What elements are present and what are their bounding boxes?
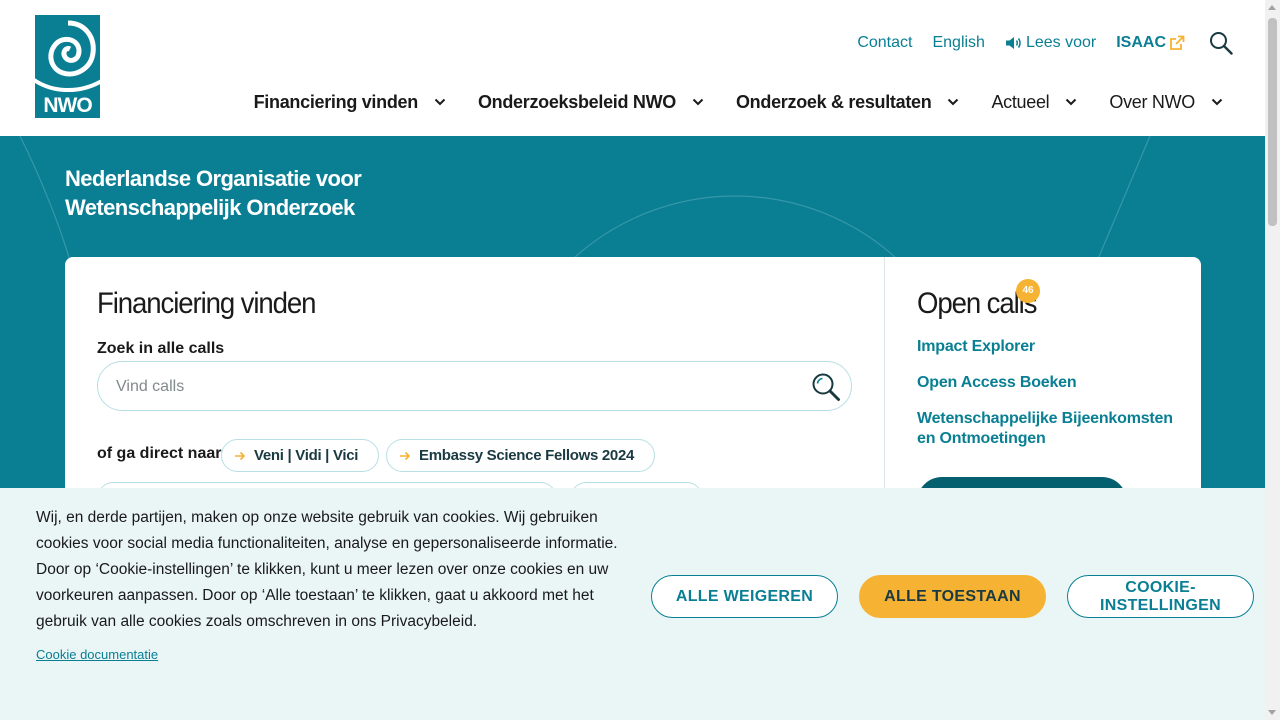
chevron-down-icon	[1211, 98, 1223, 106]
chevron-down-icon	[434, 98, 446, 106]
nav-label: Onderzoek & resultaten	[735, 91, 932, 112]
cookie-documentation-link[interactable]: Cookie documentatie	[36, 647, 158, 662]
page-scrollbar[interactable]	[1265, 0, 1280, 720]
open-calls-count-badge: 46	[1016, 279, 1040, 303]
search-submit-icon[interactable]	[811, 372, 841, 407]
scrollbar-thumb[interactable]	[1268, 18, 1277, 226]
arrow-right-icon	[399, 451, 411, 461]
cookie-banner: Wij, en derde partijen, maken op onze we…	[0, 488, 1265, 720]
open-calls-panel: Open calls 46 Impact Explorer Open Acces…	[885, 257, 1201, 488]
search-label: Zoek in alle calls	[97, 340, 225, 357]
nav-over-nwo[interactable]: Over NWO	[1109, 92, 1223, 113]
chip-label: Veni | Vidi | Vici	[254, 447, 359, 464]
open-call-link[interactable]: Open Access Boeken	[917, 373, 1177, 393]
nav-onderzoek-resultaten[interactable]: Onderzoek & resultaten	[736, 92, 959, 113]
nwo-logo[interactable]: NWO	[35, 15, 100, 118]
nav-label: Onderzoeksbeleid NWO	[477, 91, 676, 112]
read-aloud-link[interactable]: Lees voor	[1005, 34, 1096, 52]
chip-label: Embassy Science Fellows 2024	[419, 447, 635, 464]
nwo-logo-icon	[35, 20, 100, 92]
utility-nav: Contact English Lees voor ISAAC	[837, 31, 1233, 55]
cookie-settings-button[interactable]: COOKIE-INSTELLINGEN	[1067, 575, 1254, 618]
external-link-icon	[1169, 35, 1185, 51]
funding-title: Financiering vinden	[97, 287, 316, 320]
nav-onderzoeksbeleid[interactable]: Onderzoeksbeleid NWO	[478, 92, 704, 113]
quick-links-label: of ga direct naar	[97, 445, 222, 462]
hero-section: Nederlandse Organisatie voor Wetenschapp…	[0, 136, 1265, 488]
language-link[interactable]: English	[932, 34, 984, 52]
org-name: Nederlandse Organisatie voor Wetenschapp…	[65, 166, 362, 220]
isaac-link[interactable]: ISAAC	[1116, 34, 1185, 52]
scroll-down-arrow-icon[interactable]	[1268, 710, 1276, 715]
nav-actueel[interactable]: Actueel	[991, 92, 1077, 113]
chevron-down-icon	[947, 98, 959, 106]
funding-search-panel: Financiering vinden Zoek in alle calls o…	[65, 257, 885, 488]
open-call-link[interactable]: Impact Explorer	[917, 337, 1177, 357]
main-nav: Financiering vinden Onderzoeksbeleid NWO…	[222, 90, 1223, 114]
allow-all-button[interactable]: ALLE TOESTAAN	[859, 575, 1046, 618]
chevron-down-icon	[1065, 98, 1077, 106]
nav-label: Actueel	[991, 91, 1050, 112]
funding-card: Financiering vinden Zoek in alle calls o…	[65, 257, 1201, 488]
search-icon[interactable]	[1209, 31, 1233, 55]
arrow-right-icon	[234, 451, 246, 461]
scroll-up-arrow-icon[interactable]	[1268, 5, 1276, 10]
speaker-icon	[1005, 36, 1022, 50]
read-aloud-label: Lees voor	[1025, 34, 1097, 51]
logo-text: NWO	[43, 94, 92, 117]
all-open-calls-button[interactable]	[917, 477, 1127, 488]
search-box	[97, 361, 852, 411]
nav-label: Over NWO	[1109, 91, 1195, 112]
nav-financiering-vinden[interactable]: Financiering vinden	[254, 92, 446, 113]
nav-label: Financiering vinden	[253, 91, 419, 112]
chip-embassy-science-fellows[interactable]: Embassy Science Fellows 2024	[386, 439, 656, 472]
chip-veni-vidi-vici[interactable]: Veni | Vidi | Vici	[221, 439, 380, 472]
cookie-text: Wij, en derde partijen, maken op onze we…	[36, 509, 618, 630]
contact-link[interactable]: Contact	[857, 34, 912, 52]
search-input[interactable]	[116, 374, 796, 400]
reject-all-button[interactable]: ALLE WEIGEREN	[651, 575, 838, 618]
isaac-label: ISAAC	[1116, 34, 1166, 51]
site-header: NWO Contact English Lees voor ISAAC Fina…	[0, 0, 1265, 136]
open-call-link[interactable]: Wetenschappelijke Bijeenkomsten en Ontmo…	[917, 409, 1177, 449]
chevron-down-icon	[692, 98, 704, 106]
